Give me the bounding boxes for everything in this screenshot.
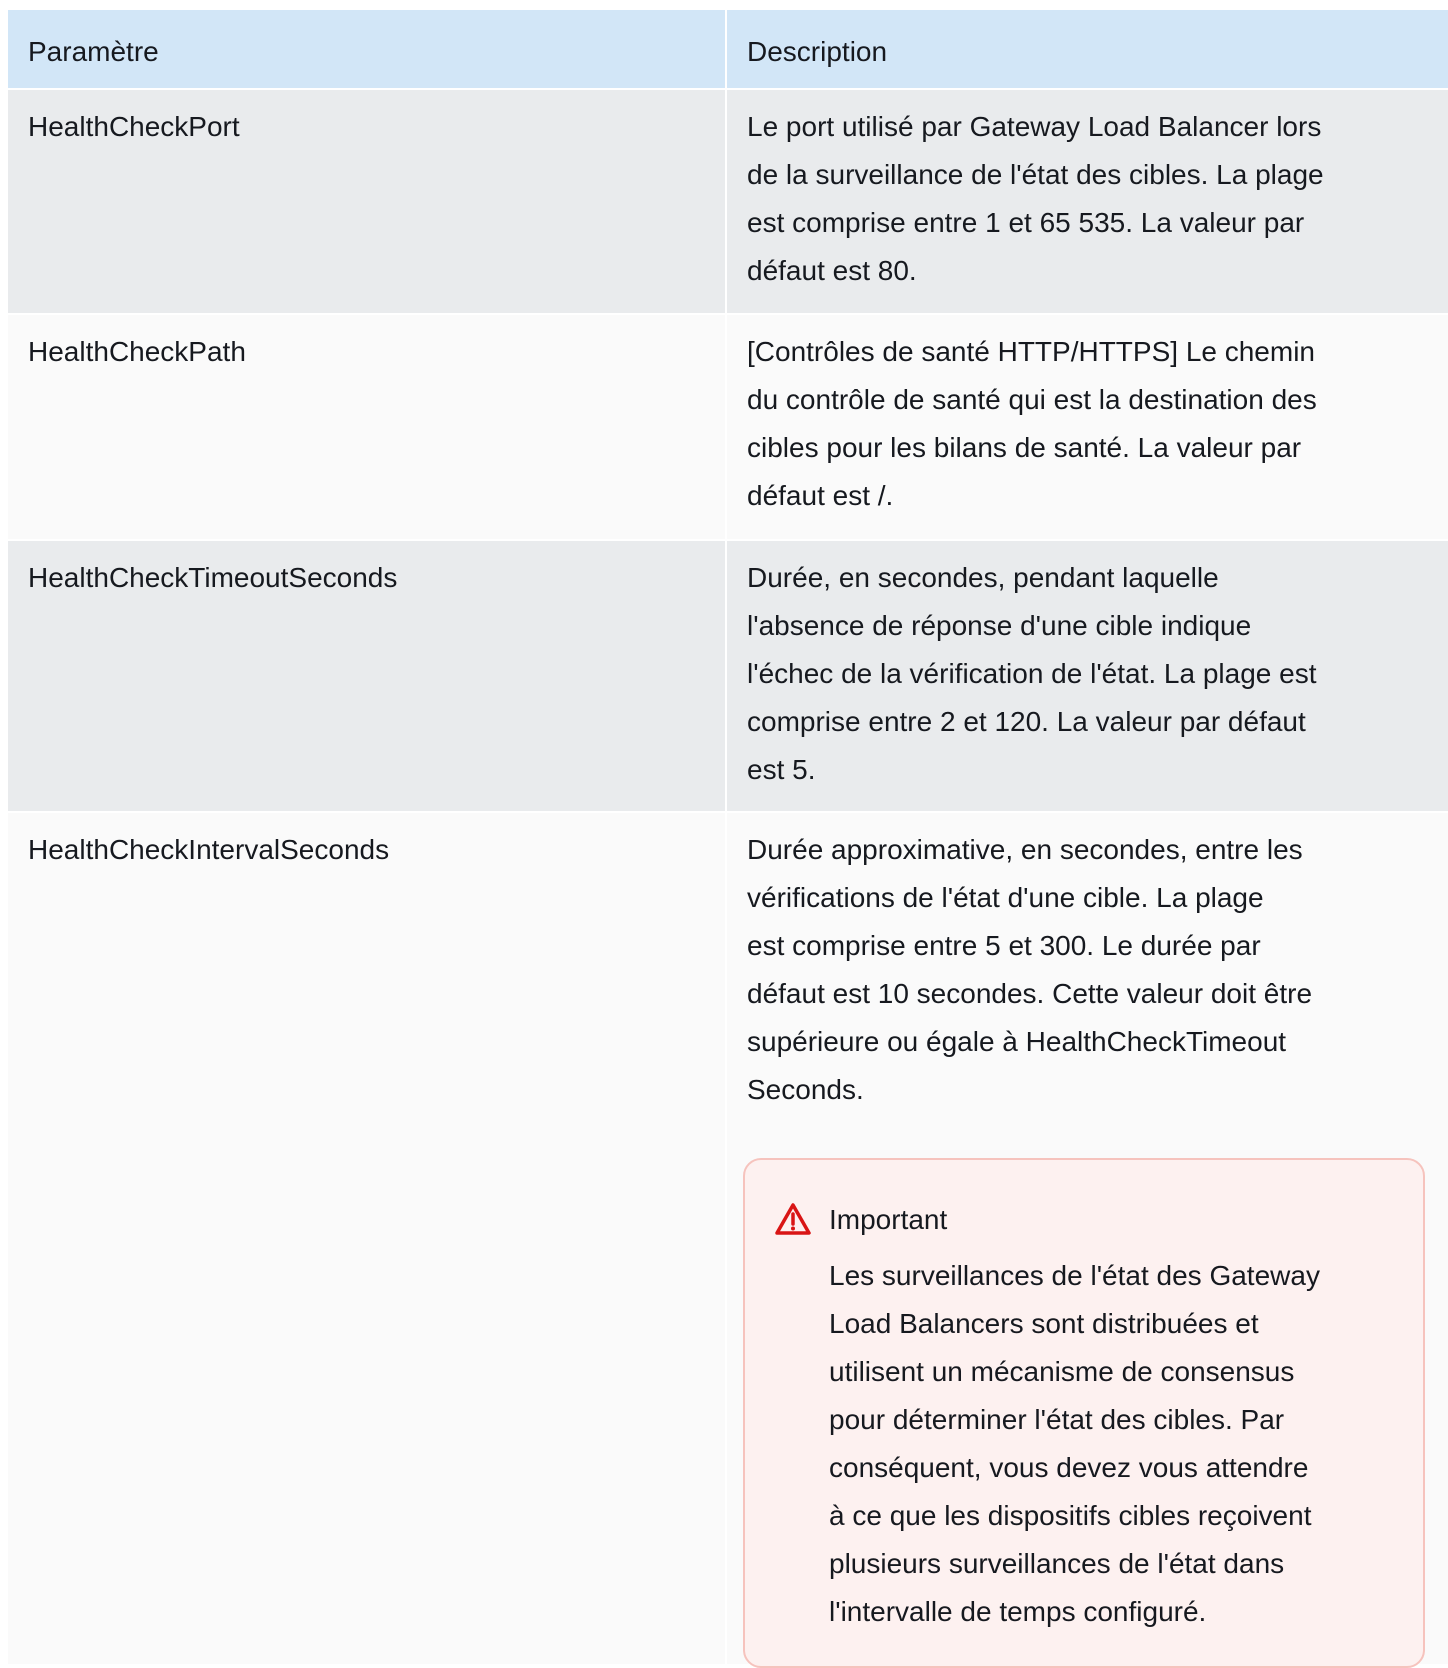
table-row: HealthCheckPort Le port utilisé par Gate… [8, 90, 1448, 315]
description-line: vérifications de l'état d'une cible. La … [747, 882, 1264, 913]
table-row: HealthCheckPath [Contrôles de santé HTTP… [8, 315, 1448, 541]
parameter-name: HealthCheckTimeoutSeconds [8, 541, 727, 811]
parameter-name: HealthCheckPath [8, 315, 727, 539]
alert-line: conséquent, vous devez vous attendre [829, 1452, 1309, 1483]
alert-line: Les surveillances de l'état des Gateway [829, 1260, 1320, 1291]
description-line: défaut est /. [747, 480, 894, 511]
description-line: Seconds. [747, 1074, 864, 1105]
description-line: défaut est 10 secondes. Cette valeur doi… [747, 978, 1313, 1009]
column-header-parameter: Paramètre [8, 10, 727, 88]
parameters-table: Paramètre Description HealthCheckPort Le… [8, 10, 1448, 1668]
description-line: Durée, en secondes, pendant laquelle [747, 562, 1219, 593]
table-row: HealthCheckTimeoutSeconds Durée, en seco… [8, 541, 1448, 813]
description-line: est comprise entre 5 et 300. Le durée pa… [747, 930, 1261, 961]
alert-line: utilisent un mécanisme de consensus [829, 1356, 1295, 1387]
alert-line: l'intervalle de temps configuré. [829, 1596, 1207, 1627]
description-line: Durée approximative, en secondes, entre … [747, 834, 1303, 865]
description-line: de la surveillance de l'état des cibles.… [747, 159, 1324, 190]
parameter-description: Durée approximative, en secondes, entre … [727, 813, 1448, 1668]
important-alert: Important Les surveillances de l'état de… [743, 1158, 1425, 1668]
table-row: HealthCheckIntervalSeconds Durée approxi… [8, 813, 1448, 1668]
alert-line: à ce que les dispositifs cibles reçoiven… [829, 1500, 1312, 1531]
description-line: supérieure ou égale à HealthCheckTimeout [747, 1026, 1287, 1057]
parameter-description: [Contrôles de santé HTTP/HTTPS] Le chemi… [727, 315, 1448, 539]
description-line: est 5. [747, 754, 816, 785]
description-line: Le port utilisé par Gateway Load Balance… [747, 111, 1322, 142]
warning-icon [775, 1202, 811, 1236]
description-line: défaut est 80. [747, 255, 917, 286]
alert-line: pour déterminer l'état des cibles. Par [829, 1404, 1285, 1435]
alert-line: plusieurs surveillances de l'état dans [829, 1548, 1285, 1579]
description-line: l'absence de réponse d'une cible indique [747, 610, 1252, 641]
description-line: est comprise entre 1 et 65 535. La valeu… [747, 207, 1305, 238]
alert-title: Important [829, 1204, 948, 1235]
description-line: [Contrôles de santé HTTP/HTTPS] Le chemi… [747, 336, 1315, 367]
description-line: du contrôle de santé qui est la destinat… [747, 384, 1317, 415]
description-line: comprise entre 2 et 120. La valeur par d… [747, 706, 1306, 737]
parameter-name: HealthCheckPort [8, 90, 727, 313]
description-line: l'échec de la vérification de l'état. La… [747, 658, 1317, 689]
parameter-description: Le port utilisé par Gateway Load Balance… [727, 90, 1448, 313]
table-header-row: Paramètre Description [8, 10, 1448, 90]
alert-line: Load Balancers sont distribuées et [829, 1308, 1259, 1339]
description-line: cibles pour les bilans de santé. La vale… [747, 432, 1302, 463]
column-header-description: Description [747, 36, 888, 67]
parameter-description: Durée, en secondes, pendant laquelle l'a… [727, 541, 1448, 811]
parameter-name: HealthCheckIntervalSeconds [8, 813, 727, 1664]
alert-body: Les surveillances de l'état des Gateway … [829, 1252, 1387, 1636]
